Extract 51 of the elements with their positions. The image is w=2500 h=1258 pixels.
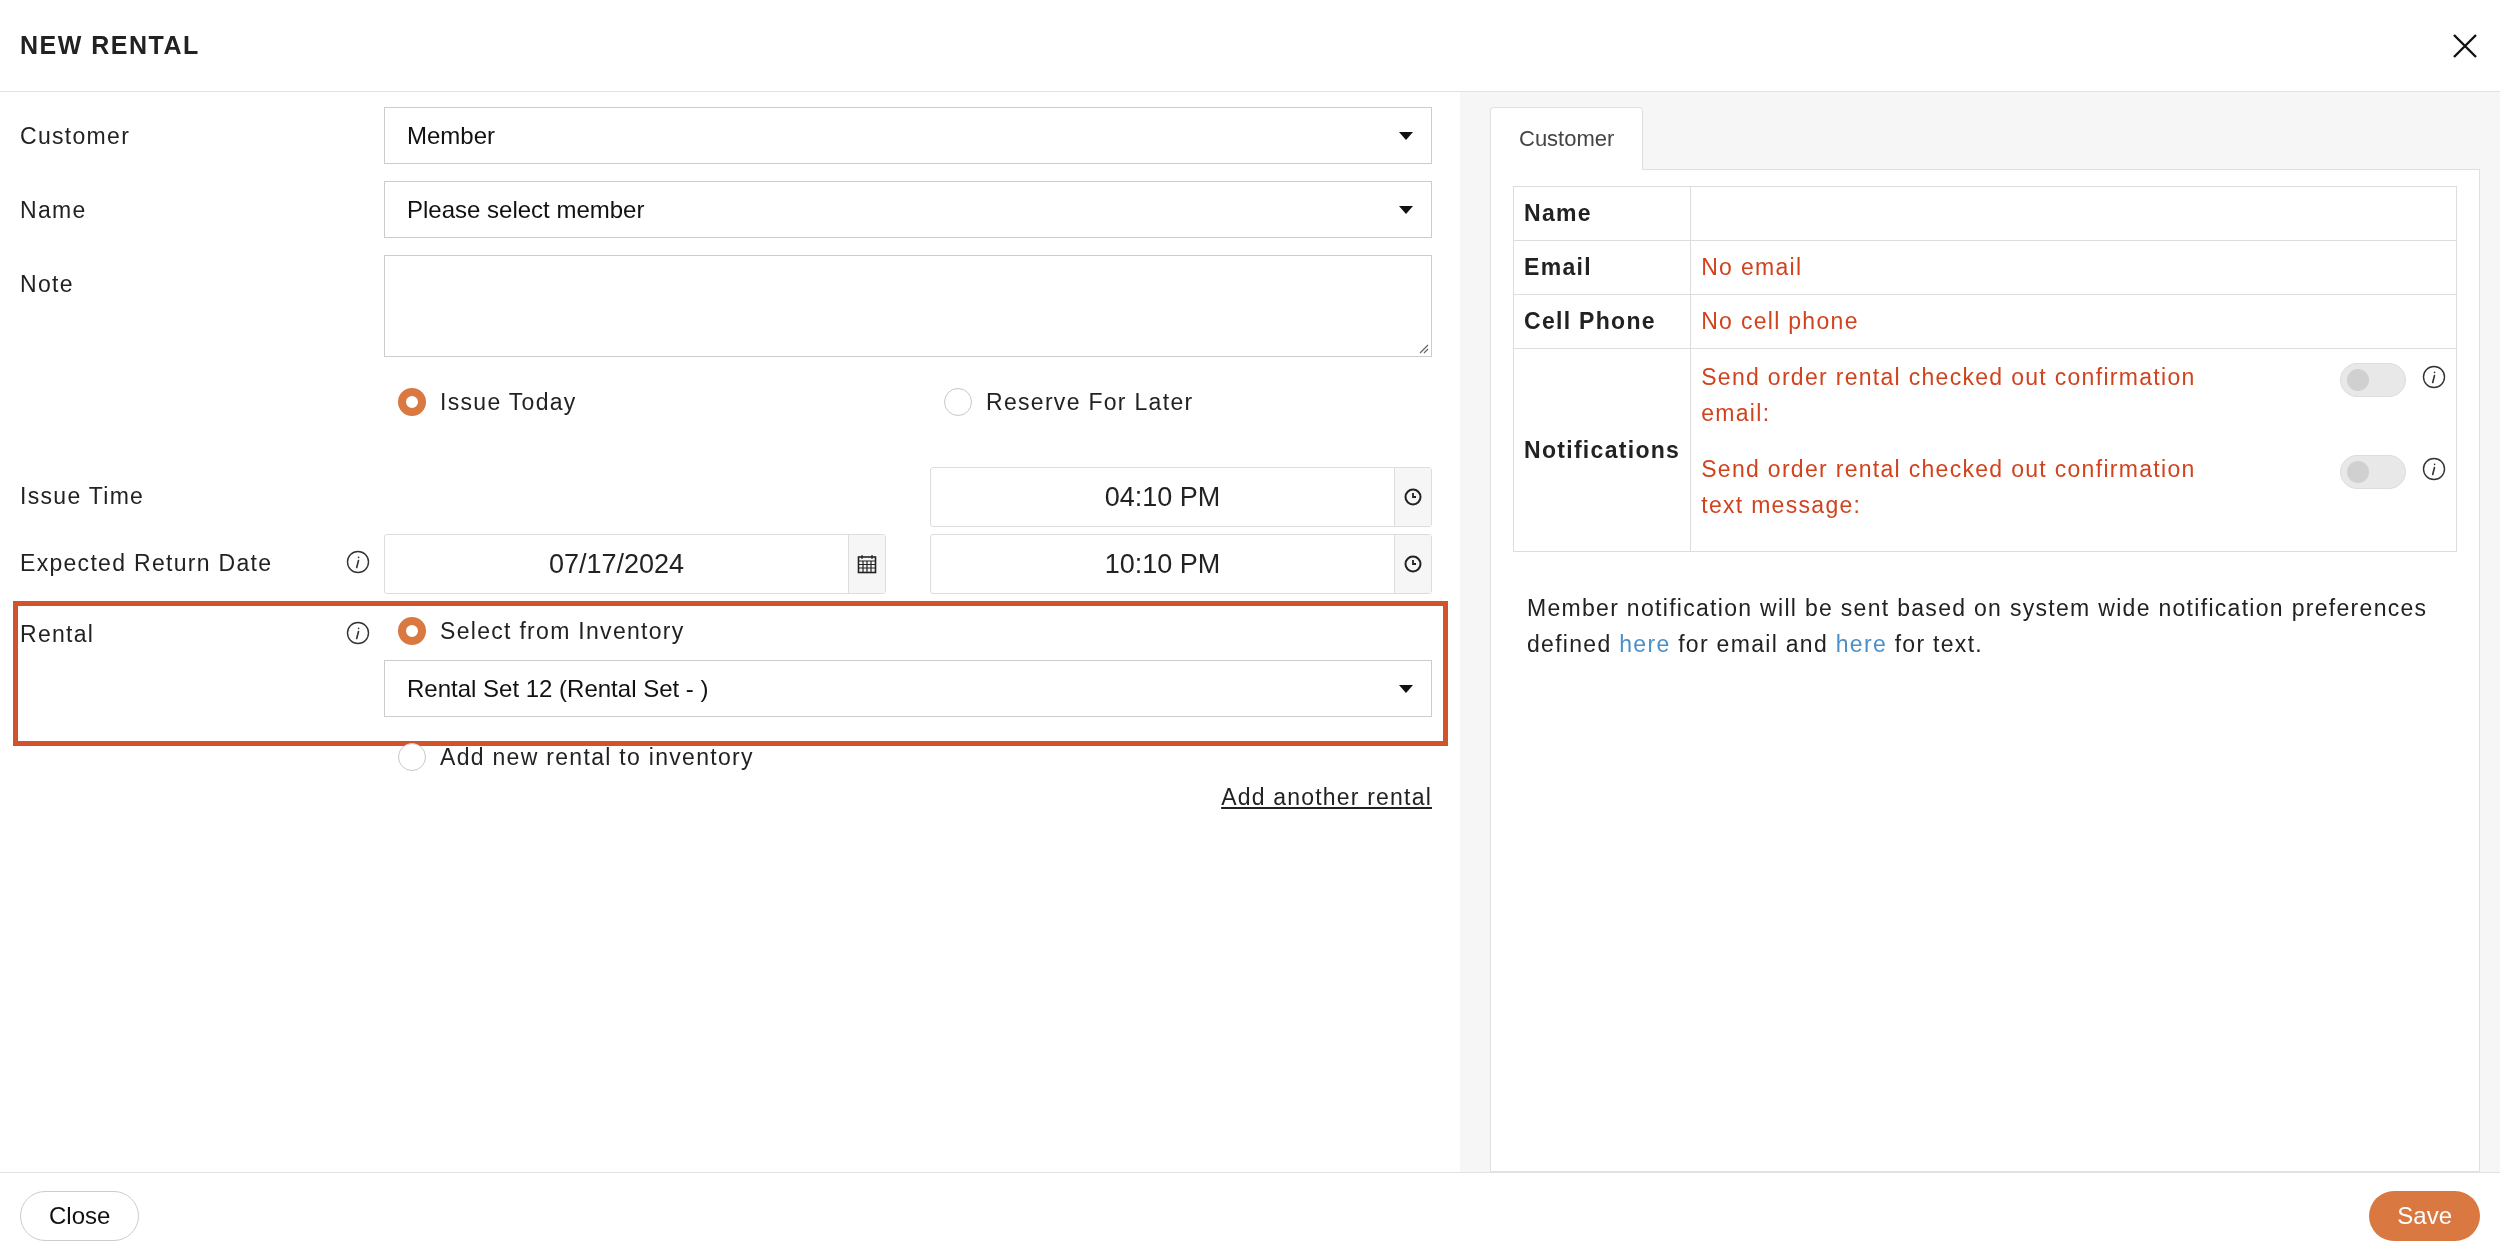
calendar-button[interactable] — [848, 535, 885, 593]
radio-button[interactable] — [398, 743, 426, 771]
close-icon — [2452, 32, 2478, 59]
field-label: Customer — [20, 123, 131, 150]
table-cell: Cell Phone — [1513, 294, 1691, 349]
caret-icon — [1399, 131, 1413, 140]
clock-icon — [1404, 488, 1422, 506]
notification-text: Send order rental checked out confirmation email: — [1701, 363, 2197, 428]
toggle-switch[interactable] — [2340, 455, 2406, 489]
field-label: Expected Return Date — [20, 550, 273, 577]
resize-grip-icon[interactable] — [1417, 342, 1429, 354]
field-label: Rental — [20, 621, 95, 648]
dropdown[interactable]: Rental Set 12 (Rental Set - ) — [384, 660, 1432, 717]
time-field[interactable]: 10:10 PM — [930, 534, 1432, 594]
date-field[interactable]: 07/17/2024 — [384, 534, 886, 594]
toggle-switch[interactable] — [2340, 363, 2406, 397]
radio-button[interactable] — [944, 388, 972, 416]
dropdown[interactable]: Please select member — [384, 181, 1432, 238]
clock-button[interactable] — [1394, 535, 1431, 593]
radio-option[interactable]: Issue Today — [398, 388, 900, 416]
calendar-icon — [857, 554, 877, 574]
table-cell: Notifications — [1513, 348, 1691, 552]
time-field[interactable]: 04:10 PM — [930, 467, 1432, 527]
radio-option[interactable]: Reserve For Later — [944, 388, 1446, 416]
caret-icon — [1399, 684, 1413, 693]
radio-button[interactable] — [398, 617, 426, 645]
field-label: Name — [20, 197, 87, 224]
note-field[interactable] — [384, 255, 1432, 357]
info-icon[interactable] — [2422, 365, 2446, 389]
info-icon[interactable] — [2422, 457, 2446, 481]
table-cell: Name — [1513, 186, 1691, 241]
tab[interactable]: Customer — [1490, 107, 1644, 170]
close-button[interactable]: Close — [20, 1190, 140, 1241]
radio-option[interactable]: Add new rental to inventory — [384, 738, 1432, 776]
dropdown[interactable]: Member — [384, 107, 1432, 164]
info-icon[interactable] — [346, 550, 370, 574]
radio-button[interactable] — [398, 388, 426, 416]
clock-button[interactable] — [1394, 468, 1431, 526]
dialog-title: NEW RENTAL — [20, 31, 200, 60]
field-label: Issue Time — [20, 483, 145, 510]
field-label: Note — [20, 271, 74, 298]
notification-text: Send order rental checked out confirmation text message: — [1701, 455, 2197, 520]
radio-option[interactable]: Select from Inventory — [384, 612, 1432, 650]
table-cell: No cell phone — [1690, 294, 2457, 349]
clock-icon — [1404, 555, 1422, 573]
info-icon[interactable] — [346, 621, 370, 645]
caret-icon — [1399, 205, 1413, 214]
table-cell: No email — [1690, 240, 2457, 295]
notification-info-text: Member notification will be sent based on system wide notification preferences defined here for email and here for text. — [1527, 594, 2429, 659]
add-rental-link[interactable]: Add another rental — [1221, 784, 1432, 811]
table-cell: Email — [1513, 240, 1691, 295]
